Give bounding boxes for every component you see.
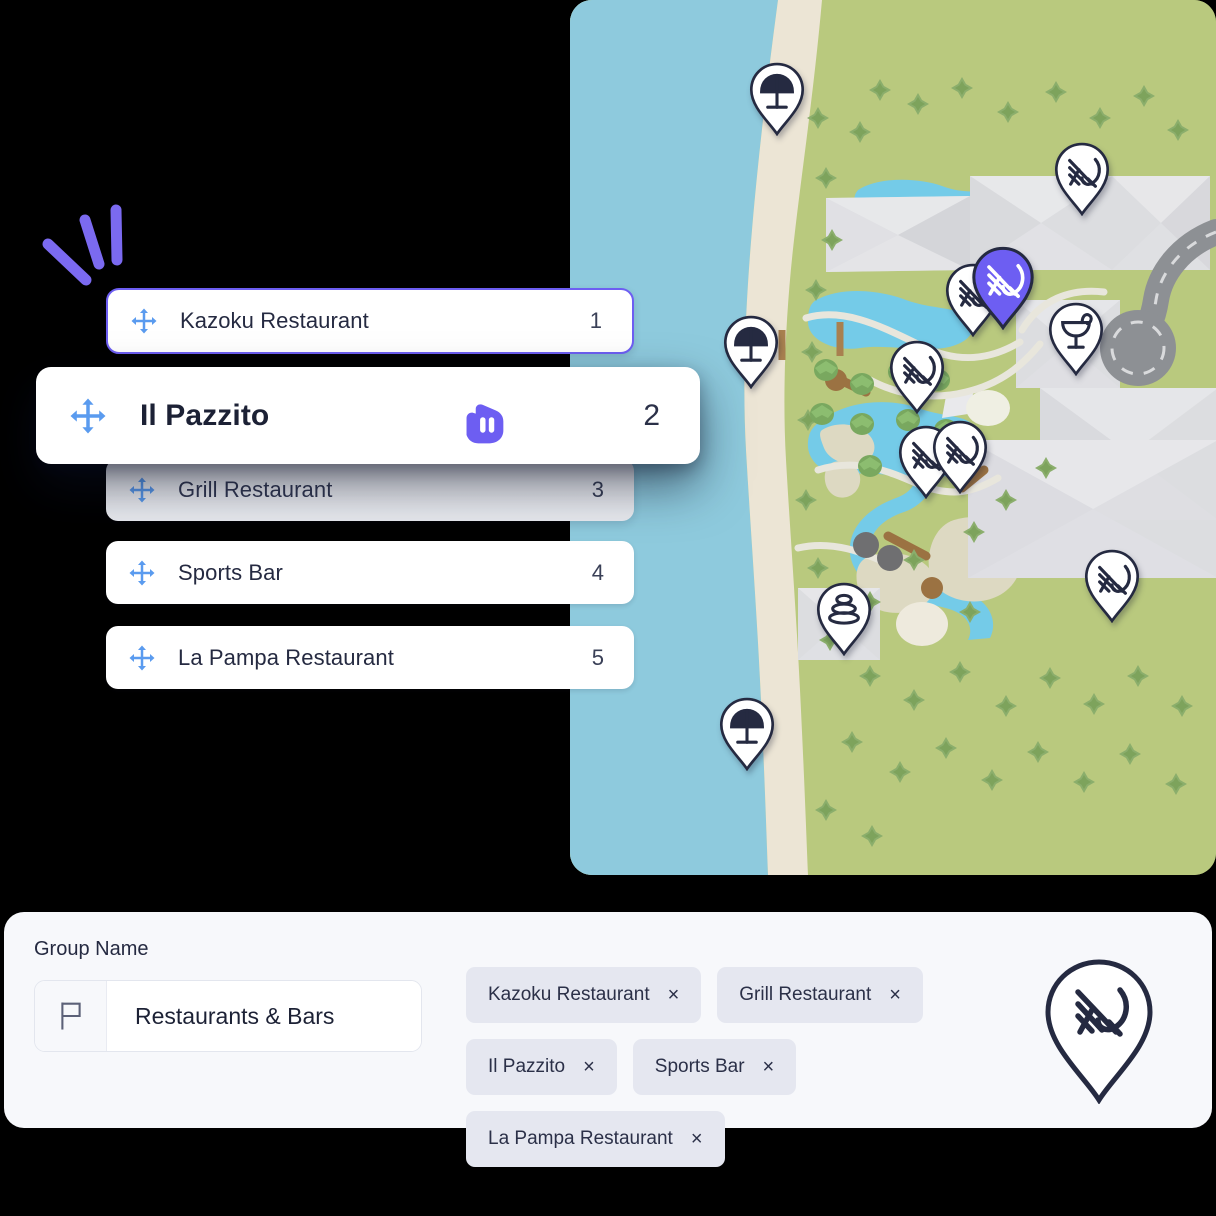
tag-label: Kazoku Restaurant	[488, 984, 650, 1005]
drag-handle-move-icon[interactable]	[108, 306, 180, 336]
tag-remove-close-icon[interactable]: ×	[691, 1129, 703, 1149]
map-pin-cocktail-drink-6[interactable]	[1047, 302, 1105, 376]
tag-label: Il Pazzito	[488, 1056, 566, 1077]
flag-icon	[35, 981, 107, 1051]
map-pin-spa-stones-11[interactable]	[815, 582, 873, 656]
drag-handle-move-icon[interactable]	[106, 558, 178, 588]
list-item-label: La Pampa Restaurant	[178, 644, 394, 670]
tag-label: Grill Restaurant	[739, 984, 872, 1005]
tag-remove-close-icon[interactable]: ×	[668, 985, 680, 1005]
list-item-number: 3	[591, 477, 604, 502]
tag-remove-close-icon[interactable]: ×	[583, 1057, 595, 1077]
list-item-label: Sports Bar	[178, 559, 283, 585]
tag-sports-bar[interactable]: Sports Bar ×	[632, 1039, 797, 1095]
group-name-value[interactable]: Restaurants & Bars	[107, 981, 421, 1051]
tag-label: Sports Bar	[654, 1056, 745, 1077]
selected-locations-tag-list[interactable]: Kazoku Restaurant × Grill Restaurant × Il Pa…	[466, 967, 1026, 1167]
drag-handle-move-icon[interactable]	[106, 475, 178, 505]
map-pin-restaurant-cutlery-7[interactable]	[888, 340, 946, 414]
screenshot-root: Kazoku Restaurant 1 Grill Restaurant 3 S…	[0, 0, 1216, 1216]
list-item-number: 4	[591, 559, 604, 585]
restaurant-map-pin-icon	[1040, 958, 1158, 1104]
tag-remove-close-icon[interactable]: ×	[763, 1057, 775, 1077]
map-pin-beach-umbrella-0[interactable]	[748, 62, 806, 136]
restaurant-order-list[interactable]: Kazoku Restaurant 1 Grill Restaurant 3 S…	[0, 0, 720, 760]
list-item-label: Kazoku Restaurant	[180, 308, 369, 333]
list-item-kazoku-restaurant[interactable]: Kazoku Restaurant 1	[106, 288, 634, 354]
tag-kazoku-restaurant[interactable]: Kazoku Restaurant ×	[466, 967, 702, 1023]
map-pin-restaurant-cutlery-10[interactable]	[1083, 549, 1141, 623]
list-item-il-pazzito-dragging[interactable]: Il Pazzito 2	[36, 367, 700, 464]
map-pin-beach-umbrella-2[interactable]	[718, 697, 776, 771]
group-editor-panel: Group Name Restaurants & Bars Kazoku Res…	[4, 912, 1212, 1167]
tag-grill-restaurant[interactable]: Grill Restaurant ×	[717, 967, 923, 1023]
drag-handle-move-icon[interactable]	[36, 395, 140, 437]
list-item-number: 2	[643, 398, 660, 432]
tag-remove-close-icon[interactable]: ×	[889, 985, 901, 1005]
list-item-label: Grill Restaurant	[178, 477, 333, 502]
list-item-grill-restaurant[interactable]: Grill Restaurant 3	[106, 459, 634, 521]
group-name-field[interactable]: Restaurants & Bars	[34, 980, 422, 1052]
list-item-number: 1	[589, 308, 602, 333]
drag-handle-move-icon[interactable]	[106, 643, 178, 673]
map-pin-restaurant-cutlery-9[interactable]	[931, 420, 989, 494]
list-item-la-pampa-restaurant[interactable]: La Pampa Restaurant 5	[106, 626, 634, 689]
map-pin-beach-umbrella-1[interactable]	[722, 315, 780, 389]
tag-il-pazzito[interactable]: Il Pazzito ×	[466, 1039, 617, 1095]
list-item-label: Il Pazzito	[140, 398, 270, 432]
map-pin-restaurant-cutlery-3[interactable]	[1053, 142, 1111, 216]
group-name-label: Group Name	[34, 938, 149, 960]
map-pin-restaurant-cutlery-5[interactable]	[970, 246, 1036, 330]
tag-la-pampa-restaurant[interactable]: La Pampa Restaurant ×	[466, 1111, 725, 1167]
tag-label: La Pampa Restaurant	[488, 1128, 673, 1149]
list-item-sports-bar[interactable]: Sports Bar 4	[106, 541, 634, 604]
list-item-number: 5	[591, 644, 604, 670]
